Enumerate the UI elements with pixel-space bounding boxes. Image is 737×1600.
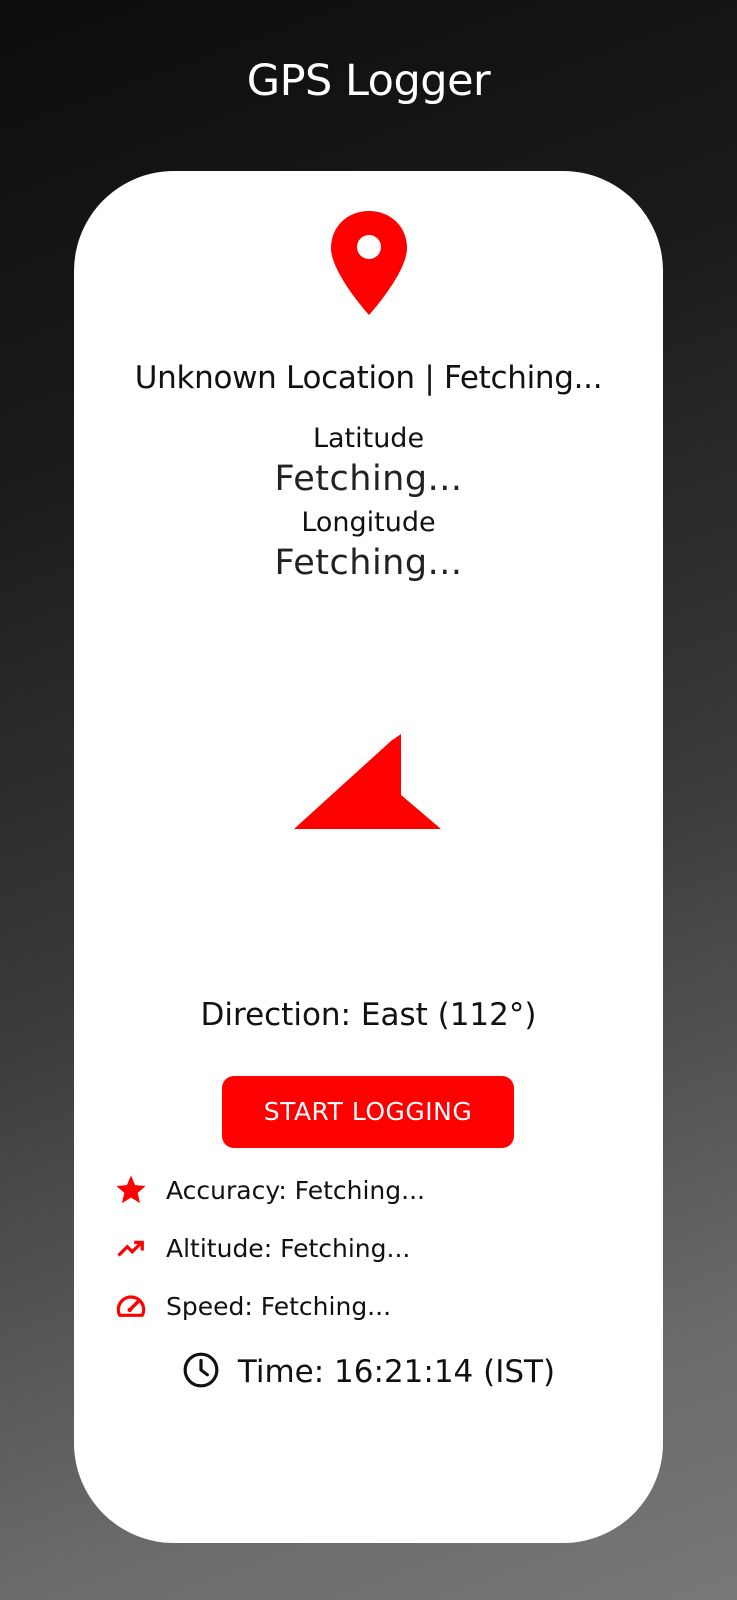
location-pin-icon (331, 211, 407, 315)
time-row: Time: 16:21:14 (IST) (74, 1351, 663, 1393)
speedometer-icon (112, 1288, 150, 1324)
start-logging-button[interactable]: START LOGGING (222, 1076, 514, 1148)
longitude-value: Fetching... (274, 543, 463, 583)
app-title: GPS Logger (246, 56, 491, 106)
clock-icon (182, 1351, 220, 1393)
accuracy-row: Accuracy: Fetching... (112, 1170, 425, 1210)
location-title: Unknown Location | Fetching... (134, 360, 603, 396)
speed-text: Speed: Fetching... (166, 1291, 392, 1321)
altitude-row: Altitude: Fetching... (112, 1228, 410, 1268)
longitude-label: Longitude (301, 507, 436, 538)
latitude-label: Latitude (312, 423, 425, 454)
direction-text: Direction: East (112°) (200, 997, 537, 1033)
time-text: Time: 16:21:14 (IST) (237, 1354, 556, 1390)
trending-up-icon (112, 1230, 150, 1266)
accuracy-text: Accuracy: Fetching... (166, 1175, 425, 1205)
altitude-text: Altitude: Fetching... (166, 1233, 411, 1263)
gps-card: Unknown Location | Fetching... Latitude … (74, 171, 663, 1543)
latitude-value: Fetching... (274, 459, 463, 499)
direction-arrow-icon (294, 734, 441, 829)
star-icon (112, 1172, 150, 1208)
speed-row: Speed: Fetching... (112, 1286, 391, 1326)
